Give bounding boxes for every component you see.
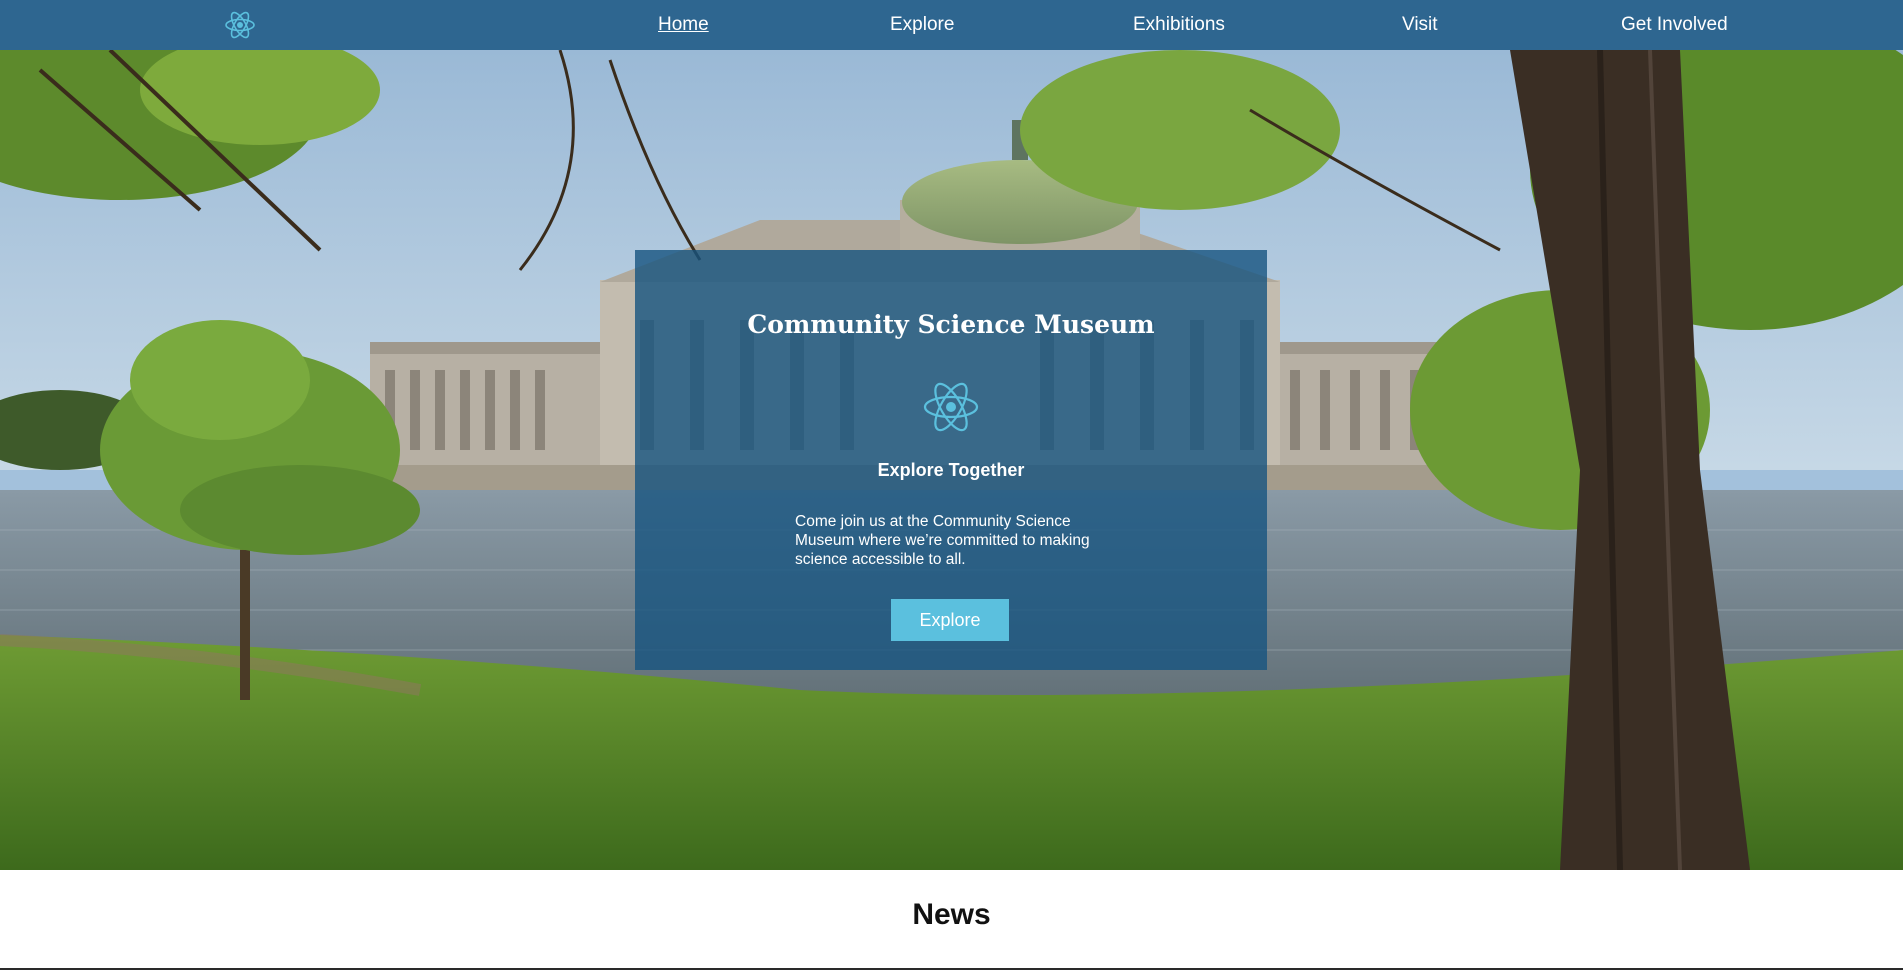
nav-link-get-involved[interactable]: Get Involved	[1621, 0, 1728, 50]
atom-icon[interactable]	[224, 9, 256, 41]
explore-button[interactable]: Explore	[891, 599, 1009, 641]
news-section: News	[0, 870, 1903, 970]
top-navbar: Home Explore Exhibitions Visit Get Invol…	[0, 0, 1903, 50]
page: Home Explore Exhibitions Visit Get Invol…	[0, 0, 1903, 970]
nav-link-exhibitions[interactable]: Exhibitions	[1133, 0, 1225, 50]
hero-subtitle: Explore Together	[877, 460, 1025, 480]
nav-link-home[interactable]: Home	[658, 0, 709, 50]
nav-link-visit[interactable]: Visit	[1402, 0, 1438, 50]
hero-card: Community Science Museum Explore Togethe…	[635, 250, 1267, 670]
hero-description: Come join us at the Community Science Mu…	[795, 513, 1090, 568]
hero-section: Community Science Museum Explore Togethe…	[0, 50, 1903, 870]
news-heading: News	[912, 898, 991, 931]
atom-icon	[922, 378, 980, 436]
hero-title: Community Science Museum	[747, 310, 1155, 339]
nav-link-explore[interactable]: Explore	[890, 0, 954, 50]
